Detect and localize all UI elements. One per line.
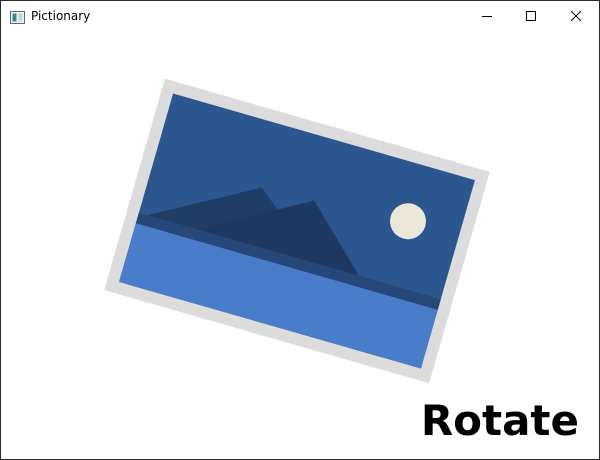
title-bar[interactable]: Pictionary [1, 1, 599, 31]
maximize-button[interactable] [508, 1, 554, 31]
app-window: Pictionary Rotate [0, 0, 600, 460]
close-icon [571, 11, 581, 21]
canvas-area: Rotate [1, 31, 599, 459]
window-title: Pictionary [31, 9, 91, 23]
maximize-icon [526, 11, 536, 21]
rotate-label: Rotate [420, 396, 579, 445]
app-icon [10, 9, 25, 24]
landscape-photo-icon[interactable] [1, 31, 599, 459]
close-button[interactable] [553, 1, 599, 31]
minimize-button[interactable] [464, 1, 510, 31]
minimize-icon [482, 16, 492, 17]
